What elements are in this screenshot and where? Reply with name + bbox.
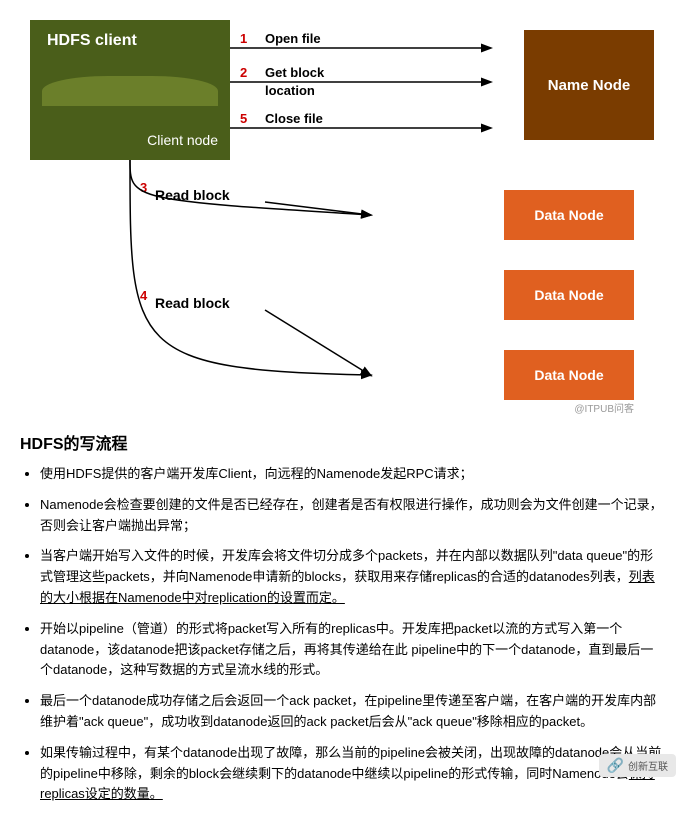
svg-text:2: 2 [240,65,247,80]
bullet-text-3: 当客户端开始写入文件的时候，开发库会将文件切分成多个packets，并在内部以数… [40,548,655,605]
svg-text:4: 4 [140,288,148,303]
svg-text:1: 1 [240,31,247,46]
svg-text:Open file: Open file [265,31,321,46]
list-item: 开始以pipeline（管道）的形式将packet写入所有的replicas中。… [40,619,664,681]
data-node-2: Data Node [504,270,634,320]
hdfs-client-wave [42,76,218,106]
list-item: 使用HDFS提供的客户端开发库Client，向远程的Namenode发起RPC请… [40,464,664,485]
name-node-label: Name Node [548,77,631,94]
hdfs-client-title: HDFS client [42,32,137,50]
data-node-1-label: Data Node [534,207,603,223]
data-node-3-label: Data Node [534,367,603,383]
data-node-2-label: Data Node [534,287,603,303]
svg-text:5: 5 [240,111,247,126]
section-title: HDFS的写流程 [20,430,664,454]
logo-icon: 🔗 [607,757,624,774]
svg-text:Read block: Read block [155,187,230,203]
svg-text:Get block: Get block [265,65,325,80]
client-node-label: Client node [147,132,218,148]
logo-text: 创新互联 [628,758,668,773]
bullet-text-6: 如果传输过程中，有某个datanode出现了故障，那么当前的pipeline会被… [40,745,661,802]
text-section: HDFS的写流程 使用HDFS提供的客户端开发库Client，向远程的Namen… [0,420,684,825]
diagram-section: HDFS client Client node Name Node Data N… [0,0,684,420]
company-logo: 🔗 创新互联 [599,754,676,777]
watermark: @ITPUB问客 [574,400,634,415]
svg-text:3: 3 [140,180,147,195]
svg-text:Read block: Read block [155,295,230,311]
name-node-box: Name Node [524,30,654,140]
list-item: Namenode会检查要创建的文件是否已经存在，创建者是否有权限进行操作，成功则… [40,495,664,537]
list-item: 如果传输过程中，有某个datanode出现了故障，那么当前的pipeline会被… [40,743,664,805]
bullet-text-5: 最后一个datanode成功存储之后会返回一个ack packet，在pipel… [40,693,656,729]
list-item: 最后一个datanode成功存储之后会返回一个ack packet，在pipel… [40,691,664,733]
hdfs-client-box: HDFS client Client node [30,20,230,160]
bullet-text-2: Namenode会检查要创建的文件是否已经存在，创建者是否有权限进行操作，成功则… [40,497,663,533]
bullet-list: 使用HDFS提供的客户端开发库Client，向远程的Namenode发起RPC请… [20,464,664,805]
svg-text:location: location [265,83,315,98]
list-item: 当客户端开始写入文件的时候，开发库会将文件切分成多个packets，并在内部以数… [40,546,664,608]
data-node-1: Data Node [504,190,634,240]
bullet-text-1: 使用HDFS提供的客户端开发库Client，向远程的Namenode发起RPC请… [40,466,473,481]
bullet-text-4: 开始以pipeline（管道）的形式将packet写入所有的replicas中。… [40,621,653,678]
svg-text:Close file: Close file [265,111,323,126]
data-node-3: Data Node [504,350,634,400]
